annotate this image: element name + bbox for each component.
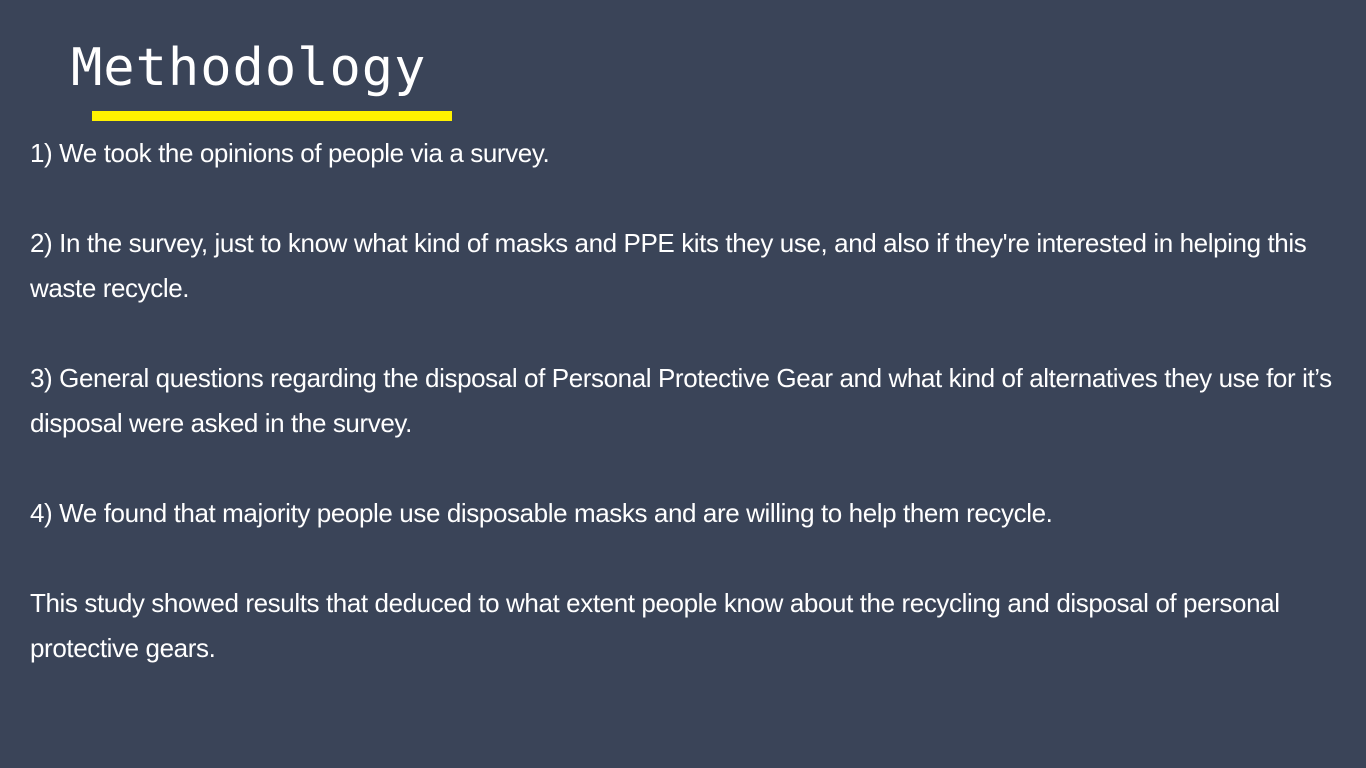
- paragraph-conclusion: This study showed results that deduced t…: [30, 588, 1280, 663]
- paragraph-3: 3) General questions regarding the dispo…: [30, 363, 1332, 438]
- slide-body: 1) We took the opinions of people via a …: [30, 131, 1350, 671]
- paragraph-1: 1) We took the opinions of people via a …: [30, 138, 550, 168]
- paragraph-4: 4) We found that majority people use dis…: [30, 498, 1053, 528]
- title-underline: [92, 111, 452, 121]
- slide-title: Methodology: [71, 38, 427, 98]
- slide: Methodology 1) We took the opinions of p…: [0, 0, 1366, 768]
- paragraph-2: 2) In the survey, just to know what kind…: [30, 228, 1307, 303]
